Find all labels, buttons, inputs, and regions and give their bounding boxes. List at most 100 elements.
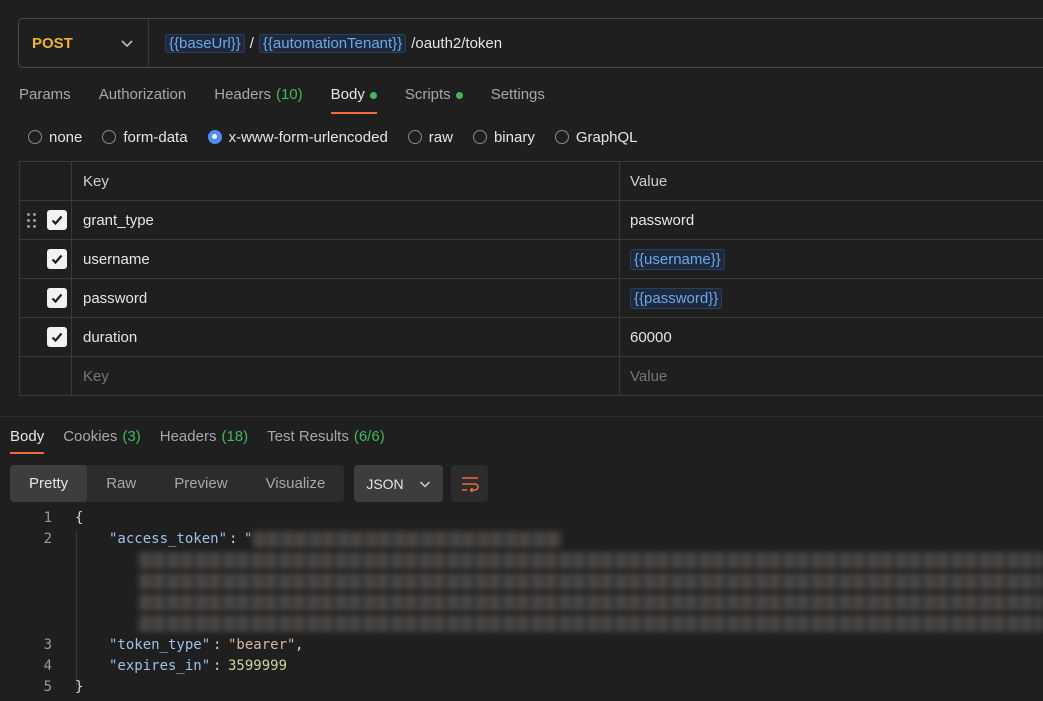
chevron-down-icon <box>121 40 133 48</box>
json-key-access-token: "access_token" <box>109 531 228 547</box>
new-key-input[interactable]: Key <box>72 357 620 395</box>
wrap-lines-button[interactable] <box>451 465 489 502</box>
method-label: POST <box>32 34 73 52</box>
line-number: 4 <box>43 658 52 674</box>
table-row: duration 60000 <box>20 318 1043 357</box>
tab-authorization[interactable]: Authorization <box>99 86 187 116</box>
url-variable-tenant[interactable]: {{automationTenant}} <box>258 33 407 53</box>
value-variable[interactable]: {{username}} <box>630 248 725 270</box>
view-preview-button[interactable]: Preview <box>155 465 246 502</box>
url-variable-baseurl[interactable]: {{baseUrl}} <box>165 33 245 53</box>
url-path: /oauth2/token <box>411 34 503 52</box>
tab-params[interactable]: Params <box>19 86 71 116</box>
json-key-token-type: "token_type" <box>109 637 211 653</box>
radio-urlencoded[interactable]: x-www-form-urlencoded <box>207 128 388 146</box>
row-key[interactable]: duration <box>72 318 620 356</box>
table-row-empty: Key Value <box>20 357 1043 396</box>
row-controls <box>20 279 72 317</box>
tab-response-body[interactable]: Body <box>10 428 45 456</box>
table-header-row: Key Value <box>20 162 1043 201</box>
redacted-token-blur <box>138 615 1043 632</box>
row-value[interactable]: 60000 <box>620 318 1043 356</box>
radio-circle <box>407 130 422 144</box>
tab-settings[interactable]: Settings <box>491 86 545 116</box>
tab-label: Headers <box>159 428 217 445</box>
row-key[interactable]: grant_type <box>72 201 620 239</box>
check-icon <box>51 332 63 343</box>
radio-circle-selected <box>207 130 222 144</box>
tab-label: Cookies <box>63 428 118 445</box>
tab-test-results[interactable]: Test Results (6/6) <box>267 428 385 456</box>
view-mode-segmented: Pretty Raw Preview Visualize <box>10 465 345 502</box>
json-colon: : <box>213 637 222 653</box>
view-pretty-button[interactable]: Pretty <box>10 465 88 502</box>
response-code-view[interactable]: 1 2 3 4 5 { "access_token" : " "token_ty… <box>0 507 1043 701</box>
response-tabs: Body Cookies (3) Headers (18) Test Results… <box>10 428 404 456</box>
json-value-token-type: "bearer" <box>228 637 296 653</box>
line-number: 3 <box>43 637 52 653</box>
radio-form-data[interactable]: form-data <box>102 128 188 146</box>
row-controls <box>20 201 72 239</box>
body-type-options: none form-data x-www-form-urlencoded raw… <box>28 128 658 146</box>
column-header-value: Value <box>630 172 668 190</box>
drag-handle-icon[interactable] <box>27 213 37 228</box>
row-controls <box>20 357 72 395</box>
redacted-token-blur <box>252 531 562 548</box>
test-results-count: (6/6) <box>353 428 385 445</box>
row-value[interactable]: {{username}} <box>620 240 1043 278</box>
row-value[interactable]: password <box>620 201 1043 239</box>
url-input[interactable]: {{baseUrl}} / {{automationTenant}} /oaut… <box>149 33 503 53</box>
radio-circle <box>28 130 42 144</box>
tab-headers[interactable]: Headers (10) <box>214 86 302 116</box>
form-params-table: Key Value grant_type password username {… <box>19 161 1043 396</box>
tab-scripts[interactable]: Scripts <box>405 86 463 116</box>
view-raw-button[interactable]: Raw <box>87 465 155 502</box>
radio-label: x-www-form-urlencoded <box>228 128 388 146</box>
radio-binary[interactable]: binary <box>472 128 535 146</box>
radio-label: GraphQL <box>575 128 638 146</box>
format-select[interactable]: JSON <box>354 465 444 502</box>
headers-count: (18) <box>221 428 249 445</box>
row-value[interactable]: {{password}} <box>620 279 1043 317</box>
body-status-dot <box>369 92 377 99</box>
radio-label: form-data <box>123 128 188 146</box>
row-key[interactable]: username <box>72 240 620 278</box>
url-separator: / <box>249 34 254 52</box>
tab-response-headers[interactable]: Headers (18) <box>160 428 248 456</box>
radio-circle <box>102 130 117 144</box>
tab-label: Test Results <box>267 428 349 445</box>
row-checkbox[interactable] <box>47 327 67 347</box>
json-comma: , <box>295 637 304 653</box>
value-variable[interactable]: {{password}} <box>630 287 723 309</box>
radio-none[interactable]: none <box>28 129 82 146</box>
radio-label: none <box>49 128 83 146</box>
row-checkbox[interactable] <box>47 288 67 308</box>
url-bar: POST {{baseUrl}} / {{automationTenant}} … <box>18 18 1043 68</box>
radio-label: binary <box>493 128 535 146</box>
row-checkbox[interactable] <box>47 249 67 269</box>
tab-body[interactable]: Body <box>330 86 378 116</box>
radio-graphql[interactable]: GraphQL <box>554 128 638 146</box>
chevron-down-icon <box>420 481 431 488</box>
panel-divider[interactable] <box>0 416 1043 417</box>
scripts-status-dot <box>455 92 463 99</box>
tab-cookies[interactable]: Cookies (3) <box>63 428 141 456</box>
request-tabs: Params Authorization Headers (10) Body Sc… <box>19 86 573 116</box>
redacted-token-blur <box>138 594 1043 611</box>
row-checkbox[interactable] <box>47 210 67 230</box>
row-controls <box>20 240 72 278</box>
radio-raw[interactable]: raw <box>407 128 453 146</box>
method-select[interactable]: POST <box>19 19 149 67</box>
tab-headers-label: Headers <box>214 86 271 103</box>
view-visualize-button[interactable]: Visualize <box>247 465 345 502</box>
radio-label: raw <box>428 128 453 146</box>
row-key[interactable]: password <box>72 279 620 317</box>
table-row: password {{password}} <box>20 279 1043 318</box>
new-value-input[interactable]: Value <box>620 357 1043 395</box>
json-colon: : <box>229 531 238 547</box>
check-icon <box>51 293 63 304</box>
wrap-lines-icon <box>461 476 479 493</box>
cookies-count: (3) <box>122 428 141 445</box>
table-row: username {{username}} <box>20 240 1043 279</box>
row-controls <box>20 318 72 356</box>
